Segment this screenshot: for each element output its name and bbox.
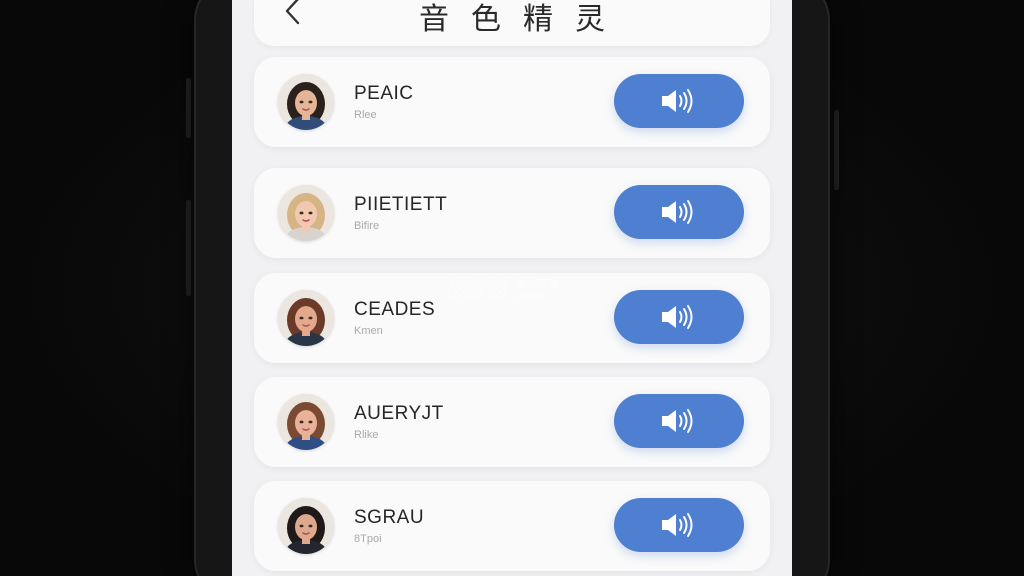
avatar-portrait-icon (278, 185, 334, 241)
play-voice-button[interactable] (614, 498, 744, 552)
voice-subtitle: 8Tpoi (354, 533, 382, 545)
voice-subtitle: Rlike (354, 429, 379, 441)
voice-name: PIIETIETT (354, 194, 448, 215)
page-title: 音色精灵 (419, 2, 627, 37)
avatar (278, 185, 334, 241)
voice-name: PEAIC (354, 83, 414, 104)
voice-card[interactable]: AUERYJT Rlike (254, 377, 770, 467)
avatar (278, 290, 334, 346)
speaker-volume-icon (662, 409, 693, 433)
play-voice-button[interactable] (614, 74, 744, 128)
play-voice-button[interactable] (614, 394, 744, 448)
speaker-volume-icon (662, 305, 693, 329)
avatar-portrait-icon (278, 498, 334, 554)
voice-card[interactable]: PIIETIETT Bifire (254, 168, 770, 258)
speaker-volume-icon (662, 513, 693, 537)
voice-card[interactable]: SGRAU 8Tpoi (254, 481, 770, 571)
speaker-volume-icon (662, 89, 693, 113)
phone-side-button (186, 200, 191, 296)
voice-subtitle: Rlee (354, 109, 377, 121)
voice-card[interactable]: PEAIC Rlee (254, 57, 770, 147)
voice-name: AUERYJT (354, 403, 444, 424)
avatar (278, 498, 334, 554)
phone-screen: 音色精灵 PEAIC Rlee PIIETIETT Bifire CEADES … (232, 0, 792, 576)
avatar-portrait-icon (278, 74, 334, 130)
avatar-portrait-icon (278, 394, 334, 450)
play-voice-button[interactable] (614, 290, 744, 344)
voice-subtitle: Kmen (354, 325, 383, 337)
top-bar: 音色精灵 (254, 0, 770, 46)
avatar (278, 74, 334, 130)
voice-name: CEADES (354, 299, 436, 320)
play-voice-button[interactable] (614, 185, 744, 239)
phone-side-button (186, 78, 191, 138)
app-stage: 音色精灵 PEAIC Rlee PIIETIETT Bifire CEADES … (0, 0, 1024, 576)
speaker-volume-icon (662, 200, 693, 224)
watermark-domain: .com (516, 288, 545, 303)
avatar (278, 394, 334, 450)
avatar-portrait-icon (278, 290, 334, 346)
phone-side-button (834, 110, 839, 190)
voice-name: SGRAU (354, 507, 425, 528)
voice-card[interactable]: CEADES Kmen (254, 273, 770, 363)
voice-subtitle: Bifire (354, 220, 380, 232)
